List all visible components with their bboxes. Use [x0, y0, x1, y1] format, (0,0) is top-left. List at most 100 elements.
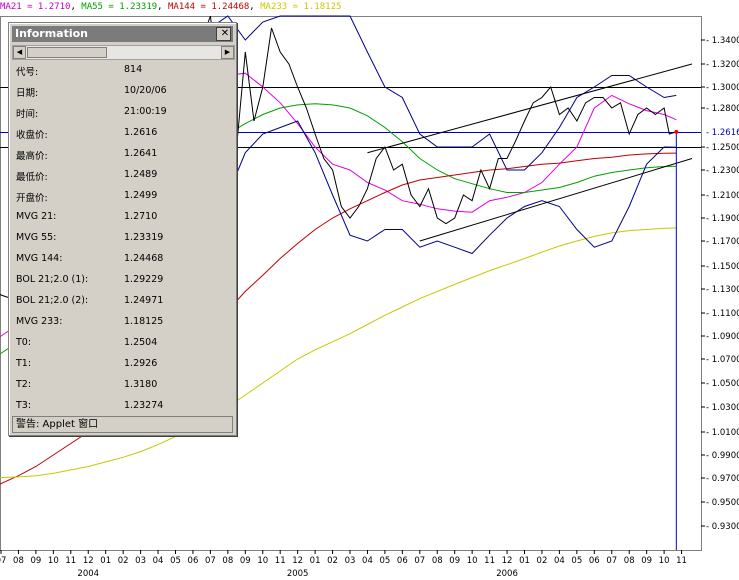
- horizontal-scrollbar[interactable]: ◀ ▶: [12, 45, 235, 60]
- x-tick-label: 06: [397, 556, 408, 566]
- info-row-value: 1.3180: [124, 379, 158, 390]
- y-tick-label: - 0.9300: [706, 522, 739, 532]
- info-row-label: BOL 21;2.0 (1):: [16, 274, 89, 285]
- info-row: 代号: 814: [12, 60, 233, 81]
- x-tick-label: 02: [327, 556, 338, 566]
- info-row-value: 1.18125: [124, 316, 164, 327]
- x-tick-label: 01: [100, 556, 111, 566]
- info-row-value: 1.24971: [124, 295, 164, 306]
- x-tick-label: 07: [205, 556, 216, 566]
- y-tick-label: - 1.0100: [706, 428, 739, 438]
- y-tick-label: - 1.3000: [706, 83, 739, 93]
- x-tick-label: 11: [676, 556, 687, 566]
- x-tick-label: 08: [432, 556, 443, 566]
- info-row: 日期: 10/20/06: [12, 81, 233, 102]
- last-price-label: - 1.2616: [706, 128, 739, 138]
- y-tick-label: - 1.2800: [706, 104, 739, 114]
- x-tick-label: 10: [659, 556, 670, 566]
- y-tick-label: - 1.2500: [706, 143, 739, 153]
- info-row: MVG 21: 1.2710: [12, 207, 233, 228]
- info-panel-body: 代号: 814 日期: 10/20/06 时间: 21:00:19 收盘价: 1.2616 最高…: [12, 60, 233, 415]
- info-row-value: 10/20/06: [124, 85, 167, 96]
- info-row-value: 1.2499: [124, 190, 158, 201]
- applet-warning-status: 警告: Applet 窗口: [12, 416, 233, 433]
- info-row-value: 1.23274: [124, 400, 164, 411]
- info-row-value: 1.23319: [124, 232, 164, 243]
- x-tick-label: 07: [414, 556, 425, 566]
- info-row-label: 开盘价:: [16, 193, 48, 204]
- x-tick-label: 12: [83, 556, 94, 566]
- x-tick-label: 10: [257, 556, 268, 566]
- info-row-label: 最高价:: [16, 151, 48, 162]
- info-panel-title-text: Information: [15, 27, 88, 40]
- y-tick-label: - 1.3400: [706, 36, 739, 46]
- x-tick-label: 03: [135, 556, 146, 566]
- x-tick-label: 08: [222, 556, 233, 566]
- y-tick-label: - 1.3200: [706, 60, 739, 70]
- info-row-label: T1:: [16, 358, 32, 369]
- x-tick-label: 02: [118, 556, 129, 566]
- scroll-left-icon[interactable]: ◀: [13, 46, 26, 59]
- info-row-label: MVG 144:: [16, 253, 63, 264]
- info-row: T1: 1.2926: [12, 354, 233, 375]
- x-tick-label: 01: [310, 556, 321, 566]
- close-icon[interactable]: ✕: [216, 27, 231, 41]
- x-tick-label: 09: [449, 556, 460, 566]
- x-tick-label: 05: [170, 556, 181, 566]
- info-row: BOL 21;2.0 (2): 1.24971: [12, 291, 233, 312]
- info-row-label: MVG 55:: [16, 232, 57, 243]
- info-row: 最低价: 1.2489: [12, 165, 233, 186]
- x-tick-label: 06: [589, 556, 600, 566]
- trend-line: [419, 158, 693, 242]
- x-tick-label: 12: [292, 556, 303, 566]
- x-tick-label: 09: [641, 556, 652, 566]
- y-tick-label: - 1.1700: [706, 237, 739, 247]
- last-price-marker: [674, 129, 679, 134]
- info-row: 最高价: 1.2641: [12, 144, 233, 165]
- x-tick-label: 12: [502, 556, 513, 566]
- x-tick-label: 04: [153, 556, 164, 566]
- info-row-label: 日期:: [16, 88, 39, 99]
- x-tick-label: 06: [188, 556, 199, 566]
- scroll-right-icon[interactable]: ▶: [221, 46, 234, 59]
- x-tick-label: 11: [65, 556, 76, 566]
- info-row: T2: 1.3180: [12, 375, 233, 396]
- trend-line: [367, 63, 693, 154]
- info-row-label: MVG 233:: [16, 316, 63, 327]
- x-tick-label: 03: [345, 556, 356, 566]
- x-tick-label: 02: [537, 556, 548, 566]
- info-row: 开盘价: 1.2499: [12, 186, 233, 207]
- info-row: MVG 55: 1.23319: [12, 228, 233, 249]
- y-tick-label: - 1.1300: [706, 285, 739, 295]
- info-row: MVG 144: 1.24468: [12, 249, 233, 270]
- info-row: T0: 1.2504: [12, 333, 233, 354]
- info-row-label: 时间:: [16, 109, 39, 120]
- x-tick-label: 01: [519, 556, 530, 566]
- y-tick-label: - 1.2300: [706, 166, 739, 176]
- info-row-label: BOL 21;2.0 (2):: [16, 295, 89, 306]
- x-tick-label: 07: [0, 556, 6, 566]
- y-tick-label: - 0.9900: [706, 451, 739, 461]
- y-tick-label: - 0.9500: [706, 498, 739, 508]
- scroll-thumb[interactable]: [27, 47, 107, 58]
- x-tick-label: 05: [571, 556, 582, 566]
- y-tick-label: - 1.1100: [706, 309, 739, 319]
- y-tick-label: - 1.0300: [706, 403, 739, 413]
- y-tick-label: - 1.1500: [706, 262, 739, 272]
- year-label: 2005: [287, 569, 309, 579]
- y-tick-label: - 1.0900: [706, 332, 739, 342]
- info-panel-title[interactable]: Information ✕: [12, 26, 233, 42]
- x-tick-label: 07: [606, 556, 617, 566]
- trendline-layer: [367, 63, 693, 242]
- x-axis: 07 08 09 10 11 12 01 02 03 04 05 06 07 08 09 10 11 12 01 02…: [0, 550, 687, 579]
- x-tick-label: 08: [624, 556, 635, 566]
- y-tick-label: - 1.0500: [706, 379, 739, 389]
- info-row-label: MVG 21:: [16, 211, 57, 222]
- info-row-value: 1.24468: [124, 253, 164, 264]
- x-tick-label: 04: [554, 556, 565, 566]
- y-tick-label: - 1.2100: [706, 191, 739, 201]
- info-row: 时间: 21:00:19: [12, 102, 233, 123]
- info-row-value: 814: [124, 64, 143, 75]
- info-row-value: 21:00:19: [124, 106, 167, 117]
- information-panel[interactable]: Information ✕ ◀ ▶ 代号: 814 日期: 10/20/06 时间: 21…: [8, 22, 237, 436]
